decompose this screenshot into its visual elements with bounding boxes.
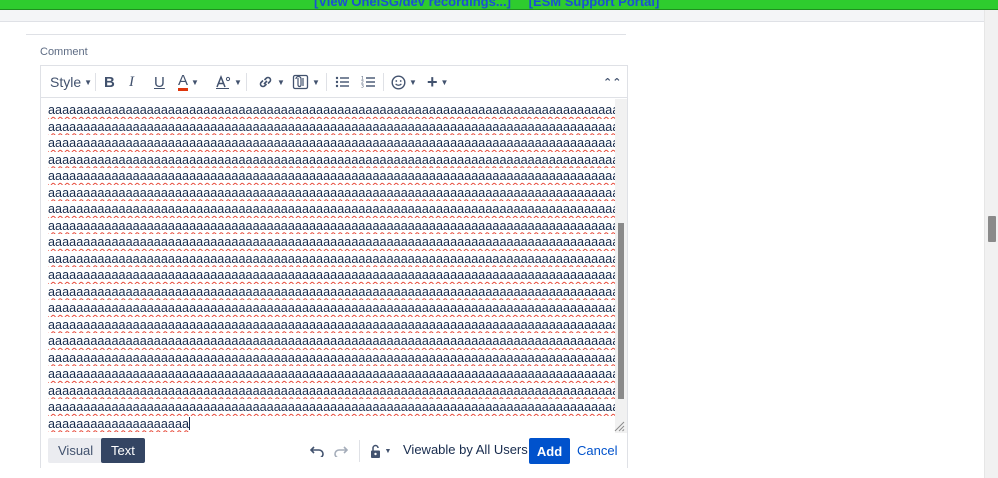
chevron-down-icon: ▼ <box>234 77 242 87</box>
text-line: aaaaaaaaaaaaaaaaaaaaaaaaaaaaaaaaaaaaaaaa… <box>48 119 621 134</box>
header-strip <box>0 10 984 22</box>
text-line: aaaaaaaaaaaaaaaaaaaaaaaaaaaaaaaaaaaaaaaa… <box>48 268 621 282</box>
style-dropdown[interactable]: Style ▼ <box>50 71 92 93</box>
text-line: aaaaaaaaaaaaaaaaaaaaaaaaaaaaaaaaaaaaaaaa… <box>48 301 621 315</box>
text-line: aaaaaaaaaaaaaaaaaaaaaaaaaaaaaaaaaaaaaaaa… <box>48 400 621 414</box>
comment-text-area[interactable]: aaaaaaaaaaaaaaaaaaaaaaaaaaaaaaaaaaaaaaaa… <box>41 99 627 433</box>
editor-toolbar: Style ▼ B I U A ▼ ▼ ▼ ▼ 1 2 3 ▼ + ▼ ⌃⌃ <box>41 66 627 98</box>
text-line: aaaaaaaaaaaaaaaaaaaaaaaaaaaaaaaaaaaaaaaa… <box>48 367 621 381</box>
text-mode-button[interactable]: Text <box>101 438 145 463</box>
numbered-list-icon[interactable]: 1 2 3 <box>361 71 375 93</box>
text-caret <box>189 416 191 430</box>
viewable-by-label[interactable]: Viewable by All Users <box>403 442 528 457</box>
undo-icon[interactable] <box>308 442 326 460</box>
footer-divider <box>359 440 360 462</box>
attachment-icon <box>292 74 309 90</box>
text-line: aaaaaaaaaaaaaaaaaaaaaaaaaaaaaaaaaaaaaaaa… <box>48 235 621 249</box>
text-color-dropdown[interactable]: A ▼ <box>178 71 199 93</box>
cancel-button[interactable]: Cancel <box>577 443 617 458</box>
visibility-dropdown[interactable]: ▼ <box>367 442 393 460</box>
editor-scrollbar-thumb[interactable] <box>618 223 624 399</box>
comment-editor: Style ▼ B I U A ▼ ▼ ▼ ▼ 1 2 3 ▼ + ▼ ⌃⌃ a… <box>40 65 628 468</box>
undo-glyph <box>310 446 324 457</box>
editor-scrollbar[interactable] <box>615 99 627 433</box>
last-line-text: aaaaaaaaaaaaaaaaaaaa <box>48 416 190 431</box>
text-color-icon: A <box>178 71 189 91</box>
redo-glyph <box>334 446 348 457</box>
chevron-down-icon: ▼ <box>191 77 199 87</box>
comment-label: Comment <box>40 46 88 58</box>
text-line: aaaaaaaaaaaaaaaaaaaaaaaaaaaaaaaaaaaaaaaa… <box>48 350 621 365</box>
chevron-down-icon: ▼ <box>312 77 320 87</box>
toolbar-divider <box>95 73 96 91</box>
editor-footer: Visual Text ▼ Viewable by All Users Add … <box>41 434 627 468</box>
text-line: aaaaaaaaaaaaaaaaaaaaaaaaaaaaaaaaaaaaaaaa… <box>48 185 621 200</box>
italic-icon[interactable]: I <box>129 71 134 93</box>
text-line: aaaaaaaaaaaaaaaaaaaaaaaaaaaaaaaaaaaaaaaa… <box>48 202 621 216</box>
numbered-list-glyph: 1 2 3 <box>361 76 375 90</box>
text-line: aaaaaaaaaaaaaaaaaaaaaaaaaaaaaaaaaaaaaaaa… <box>48 251 621 266</box>
link-icon <box>259 76 272 88</box>
text-line: aaaaaaaaaaaaaaaaaaaaaaaaaaaaaaaaaaaaaaaa… <box>48 152 621 167</box>
text-effects-dropdown[interactable]: ▼ <box>215 71 242 93</box>
emoji-dropdown[interactable]: ▼ <box>391 71 417 93</box>
banner-links: [View OneISG/dev recordings...] [ESM Sup… <box>314 0 673 9</box>
toolbar-divider <box>246 73 247 91</box>
bullet-list-icon[interactable] <box>335 71 349 93</box>
banner-link-support-portal[interactable]: [ESM Support Portal] <box>529 0 660 9</box>
text-line: aaaaaaaaaaaaaaaaaaaaaaaaaaaaaaaaaaaaaaaa… <box>48 284 621 299</box>
text-line: aaaaaaaaaaaaaaaaaaaaaaaaaaaaaaaaaaaaaaaa… <box>48 169 621 183</box>
top-banner: [View OneISG/dev recordings...] [ESM Sup… <box>0 0 998 10</box>
underline-icon[interactable]: U <box>154 71 165 93</box>
insert-dropdown[interactable]: + ▼ <box>427 71 448 93</box>
chevron-down-icon: ▼ <box>409 77 417 87</box>
page-scrollbar[interactable] <box>984 10 998 478</box>
text-line: aaaaaaaaaaaaaaaaaaaaaaaaaaaaaaaaaaaaaaaa… <box>48 334 621 348</box>
lock-icon <box>370 444 380 458</box>
visual-mode-button[interactable]: Visual <box>48 438 104 463</box>
content-divider <box>26 34 626 35</box>
svg-text:3: 3 <box>361 84 364 90</box>
banner-link-recordings[interactable]: [View OneISG/dev recordings...] <box>314 0 511 9</box>
redo-icon[interactable] <box>332 442 350 460</box>
toolbar-divider <box>326 73 327 91</box>
collapse-toolbar-icon[interactable]: ⌃⌃ <box>603 71 621 93</box>
attachment-dropdown[interactable]: ▼ <box>292 71 320 93</box>
page-scrollbar-thumb[interactable] <box>988 216 996 242</box>
toolbar-divider <box>383 73 384 91</box>
chevron-down-icon: ▼ <box>384 447 392 455</box>
style-label: Style <box>50 74 82 90</box>
chevron-down-icon: ▼ <box>84 77 93 87</box>
chevron-down-icon: ▼ <box>277 77 285 87</box>
text-effects-icon <box>216 74 231 89</box>
chevron-down-icon: ▼ <box>440 77 449 87</box>
link-dropdown[interactable]: ▼ <box>257 71 285 93</box>
text-line: aaaaaaaaaaaaaaaaaaaaaaaaaaaaaaaaaaaaaaaa… <box>48 383 621 398</box>
resize-grip-icon[interactable] <box>613 420 625 432</box>
text-line-last: aaaaaaaaaaaaaaaaaaaa <box>48 416 621 433</box>
add-button[interactable]: Add <box>529 438 570 464</box>
bold-icon[interactable]: B <box>104 71 115 93</box>
text-line: aaaaaaaaaaaaaaaaaaaaaaaaaaaaaaaaaaaaaaaa… <box>48 103 621 117</box>
text-line: aaaaaaaaaaaaaaaaaaaaaaaaaaaaaaaaaaaaaaaa… <box>48 317 621 332</box>
insert-plus-icon: + <box>427 71 438 92</box>
text-line: aaaaaaaaaaaaaaaaaaaaaaaaaaaaaaaaaaaaaaaa… <box>48 218 621 233</box>
bullet-list-glyph <box>335 76 349 88</box>
text-line: aaaaaaaaaaaaaaaaaaaaaaaaaaaaaaaaaaaaaaaa… <box>48 136 621 150</box>
emoji-icon <box>391 74 406 90</box>
